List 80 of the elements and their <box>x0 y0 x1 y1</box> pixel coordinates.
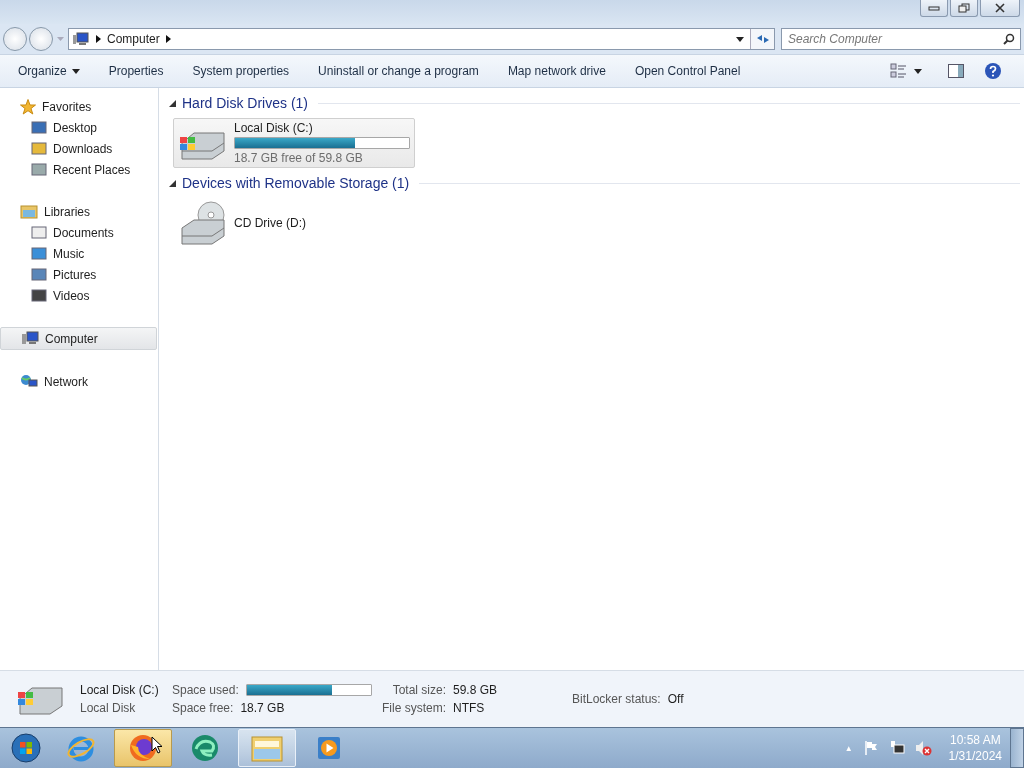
sidebar-item[interactable]: Favorites <box>0 96 157 117</box>
address-bar[interactable]: Computer <box>68 28 775 50</box>
muted-speaker-icon[interactable] <box>914 740 933 756</box>
folder-item-icon <box>31 120 47 135</box>
computer-icon <box>21 331 39 346</box>
sidebar-item[interactable]: Downloads <box>0 138 157 159</box>
field-label: Space used: <box>172 683 239 697</box>
sidebar-item[interactable]: Documents <box>0 222 157 243</box>
sidebar-item[interactable]: Computer <box>0 327 157 350</box>
folder-item-icon <box>31 267 47 282</box>
refresh-button[interactable] <box>750 29 774 49</box>
field-value: Off <box>667 692 684 706</box>
star-icon <box>20 98 36 115</box>
chevron-icon <box>165 35 171 43</box>
preview-pane-icon[interactable] <box>948 64 964 78</box>
search-icon <box>1003 33 1015 45</box>
folder-item-icon <box>31 288 47 303</box>
back-button[interactable] <box>3 27 27 51</box>
clock-time: 10:58 AM <box>949 732 1001 748</box>
cd-drive-icon <box>178 200 228 246</box>
field-label: BitLocker status: <box>572 692 661 706</box>
restore-button[interactable] <box>950 0 978 17</box>
folder-item-icon <box>31 141 47 156</box>
folder-item-icon <box>31 246 47 261</box>
refresh-icon <box>755 33 770 45</box>
close-button[interactable] <box>980 0 1020 17</box>
toolbar-button[interactable]: System properties <box>184 60 298 82</box>
toolbar-button[interactable]: Map network drive <box>499 60 614 82</box>
restore-icon <box>958 3 970 13</box>
drive-name: Local Disk (C:) <box>234 121 314 135</box>
view-options-icon[interactable] <box>890 63 908 79</box>
collapse-icon[interactable] <box>169 179 176 187</box>
group-heading: Devices with Removable Storage (1) <box>182 175 410 191</box>
field-label: Space free: <box>172 701 234 715</box>
network-icon[interactable] <box>888 740 905 756</box>
collapse-icon[interactable] <box>169 99 176 107</box>
mouse-cursor-icon <box>151 736 163 754</box>
field-value: NTFS <box>453 701 485 715</box>
minimize-button[interactable] <box>920 0 948 17</box>
browser-icon <box>190 733 220 763</box>
drive-tile[interactable]: CD Drive (D:) <box>173 198 415 248</box>
folder-item-icon <box>31 162 47 177</box>
forward-button[interactable] <box>29 27 53 51</box>
field-value: 59.8 GB <box>453 683 498 697</box>
minimize-icon <box>928 4 940 12</box>
sidebar-item[interactable]: Desktop <box>0 117 157 138</box>
toolbar-button[interactable]: Open Control Panel <box>626 60 749 82</box>
field-value: 18.7 GB <box>240 701 285 715</box>
sidebar-item[interactable]: Recent Places <box>0 159 157 180</box>
breadcrumb[interactable]: Computer <box>107 32 160 46</box>
search-field[interactable]: Search Computer <box>781 28 1021 50</box>
dropdown-icon[interactable] <box>914 68 922 74</box>
toolbar-button[interactable]: Properties <box>100 60 172 82</box>
drive-name: CD Drive (D:) <box>234 216 306 230</box>
sidebar-item[interactable]: Music <box>0 243 157 264</box>
drive-name: Local Disk (C:) <box>80 683 160 697</box>
close-icon <box>994 3 1006 13</box>
drive-type: Local Disk <box>80 701 137 715</box>
help-icon[interactable] <box>984 62 1002 80</box>
clock-date: 1/31/2024 <box>948 748 1002 764</box>
folder-icon <box>250 733 284 763</box>
toolbar-button[interactable]: Uninstall or change a program <box>310 60 487 82</box>
show-desktop-button[interactable] <box>1010 728 1024 768</box>
chevron-icon <box>96 35 101 43</box>
field-label: File system: <box>381 701 446 715</box>
taskbar-app[interactable] <box>114 729 172 767</box>
folder-item-icon <box>31 225 47 240</box>
folder-icon <box>20 204 38 219</box>
field-label: Total size: <box>391 683 446 697</box>
network-icon <box>20 374 38 389</box>
sidebar-item[interactable]: Network <box>0 371 157 392</box>
drive-tile[interactable]: Local Disk (C:) 18.7 GB free of 59.8 GB <box>173 118 415 168</box>
group-heading: Hard Disk Drives (1) <box>182 95 308 111</box>
sidebar-item[interactable]: Libraries <box>0 201 157 222</box>
sidebar-item[interactable]: Pictures <box>0 264 157 285</box>
sidebar-item[interactable]: Videos <box>0 285 157 306</box>
computer-icon <box>72 32 90 46</box>
free-space-text: 18.7 GB free of 59.8 GB <box>234 151 364 165</box>
toolbar-button[interactable]: Organize <box>10 60 88 82</box>
dropdown-icon[interactable] <box>736 36 744 42</box>
